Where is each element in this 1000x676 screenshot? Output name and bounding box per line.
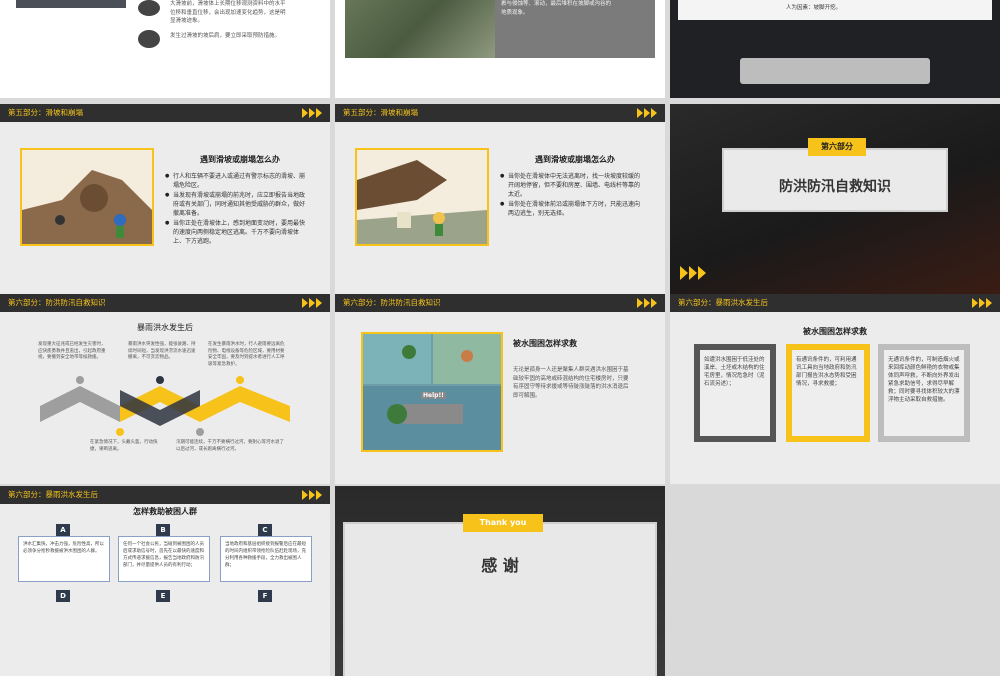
slide-title: 被水围困怎样求救 xyxy=(513,339,577,348)
slide-11[interactable]: Thank you 感 谢 xyxy=(335,486,665,676)
bullet-list: 行人和车辆不要进入或通过有警示标志的滑坡、崩塌危险区。 当发现有滑坡或崩塌的前兆… xyxy=(165,172,310,247)
body-text: 无论是孤身一人还是聚集人群突遇洪水围困于基础较牢固的高地或砖混结构的住宅楼房时，… xyxy=(513,367,629,399)
chevron-icon xyxy=(972,298,992,308)
label-a: A xyxy=(56,524,70,536)
text-box: 人为因素：坡脚开挖。 xyxy=(678,0,992,20)
card-b: 任何一个社会公民，当碰到被围困的人员后或求助信号时，首先在以最快的速度和方式传递… xyxy=(118,536,210,582)
bullet-item: 当你正处在滑坡体上，感到地面变动时，要用最快的速度向两侧稳定地区逃离。千万不要向… xyxy=(165,219,310,246)
bullet-list: 当你处在滑坡体中无法逃离时，找一块坡度较缓的开阔地停留，但不要和房屋、围墙、电线… xyxy=(500,172,645,219)
illustration-rockfall xyxy=(355,148,489,246)
thanks-card: Thank you 感 谢 xyxy=(343,514,657,676)
section-header: 第六部分：暴雨洪水发生后 xyxy=(670,294,1000,312)
section-header: 第五部分：滑坡和崩塌 xyxy=(335,104,665,122)
laptop-image xyxy=(16,0,126,8)
slide-title: 遇到滑坡或崩塌怎么办 xyxy=(535,155,615,164)
chevron-icon xyxy=(302,298,322,308)
slide-1[interactable]: 大滑坡前，滑坡体上长期位移观测资料中的水平 位移和垂直位移，会出现加速变化趋势，… xyxy=(0,0,330,98)
slide-7[interactable]: 第六部分：防洪防汛自救知识 暴雨洪水发生后 发现重大征兆或已经发生灾害时，应快疾… xyxy=(0,294,330,484)
title-card: 第六部分 防洪防汛自救知识 xyxy=(722,138,948,212)
section-header: 第五部分：滑坡和崩塌 xyxy=(0,104,330,122)
label-e: E xyxy=(156,590,170,602)
slide-title: 怎样救助被困人群 xyxy=(133,507,197,516)
step-text-4: 在紧急情况下，头戴头盔，行动快捷，果断逃离。 xyxy=(90,440,158,452)
bullet-item: 当你处在滑坡体前沿或崩塌体下方时，只能迅速向两边逃生，别无选择。 xyxy=(500,200,645,218)
bullet-item: 当你处在滑坡体中无法逃离时，找一块坡度较缓的开阔地停留，但不要和房屋、围墙、电线… xyxy=(500,172,645,199)
step-text-3: 在发生暴雨洪水时，行人避雨要远离危险物、电线设备等危险区域，要用材要安全牢固，要… xyxy=(208,342,285,367)
chevron-icon xyxy=(302,108,322,118)
step-text-5: 汛期可能连续，千万不要横行过河，要耐心等河水退了以后过河，或长跑离横行过河。 xyxy=(176,440,284,452)
pen-icon xyxy=(138,30,160,48)
info-card-3: 无通讯条件的，可制造烟火或来回挥动颜色鲜艳的衣物或集体同声呼救，不断向外界发出紧… xyxy=(878,344,970,442)
slide-6[interactable]: 第六部分 防洪防汛自救知识 xyxy=(670,104,1000,294)
zigzag-diagram xyxy=(40,376,290,436)
label-b: B xyxy=(156,524,170,536)
section-header: 第六部分：暴雨洪水发生后 xyxy=(0,486,330,504)
chevron-icon xyxy=(637,108,657,118)
section-header: 第六部分：防洪防汛自救知识 xyxy=(335,294,665,312)
flood-comic: Help!! xyxy=(361,332,503,452)
slide-9[interactable]: 第六部分：暴雨洪水发生后 被水围困怎样求救 如遭洪水围困于低洼处的溪岸、土坯或木… xyxy=(670,294,1000,484)
label-f: F xyxy=(258,590,272,602)
slide-title: 被水围困怎样求救 xyxy=(803,327,867,336)
thanks-title: 感 谢 xyxy=(481,556,519,575)
section-badge: 第六部分 xyxy=(808,138,866,156)
slide-4[interactable]: 第五部分：滑坡和崩塌 遇到滑坡或崩塌怎么办 行人和车辆不要进入或通过有警示标志的… xyxy=(0,104,330,294)
chevron-icon xyxy=(637,298,657,308)
slide-2[interactable]: 裹与侵蚀等、滚动，最后堆积在坡脚或沟谷的 地质现象。 xyxy=(335,0,665,98)
section-title: 防洪防汛自救知识 xyxy=(779,179,891,195)
info-card-2: 有通讯条件的，可利用通讯工具向当地政府和防汛部门报告洪水态势和受困情况，寻求救援… xyxy=(786,344,870,442)
bullet-item: 当发现有滑坡或崩塌的前兆时，应立即报告当地政府或有关部门，同时通知其他受威胁的群… xyxy=(165,191,310,218)
slide1-text: 大滑坡前，滑坡体上长期位移观测资料中的水平 位移和垂直位移，会出现加速变化趋势，… xyxy=(170,1,286,39)
bullet-item: 行人和车辆不要进入或通过有警示标志的滑坡、崩塌危险区。 xyxy=(165,172,310,190)
text-panel: 裹与侵蚀等、滚动，最后堆积在坡脚或沟谷的 地质现象。 xyxy=(495,0,655,58)
card-c: 当地政府和基层组织接到报警后应在最短的时间内组织带领抢险队伍赶赴现场，充分利用各… xyxy=(220,536,312,582)
step-text-1: 发现重大征兆或已经发生灾害时，应快疾勇救并且逃出，引起政府重视，要撤到安全地带等… xyxy=(38,342,106,360)
slide-title: 暴雨洪水发生后 xyxy=(137,323,193,332)
slide-title: 遇到滑坡或崩塌怎么办 xyxy=(200,155,280,164)
label-d: D xyxy=(56,590,70,602)
slide-3[interactable]: 人为因素：坡脚开挖。 xyxy=(670,0,1000,98)
help-sign: Help!! xyxy=(421,392,446,399)
info-card-1: 如遭洪水围困于低洼处的溪岸、土坯或木结构的住宅房里，情况危急时（泥石流另述）； xyxy=(694,344,776,442)
landslide-photo xyxy=(345,0,495,58)
slide-10[interactable]: 第六部分：暴雨洪水发生后 怎样救助被困人群 A B C 洪水汇集快，冲击力强，危… xyxy=(0,486,330,676)
slide-8[interactable]: 第六部分：防洪防汛自救知识 Help!! 被水围困怎样求救 无论是孤身一人还是聚… xyxy=(335,294,665,484)
label-c: C xyxy=(258,524,272,536)
monitor-icon xyxy=(138,0,160,16)
thank-you-badge: Thank you xyxy=(463,514,543,532)
chevron-icon xyxy=(680,266,710,280)
step-text-2: 暴雨洪水突发性强，能张驶路、持续时间短，当发现洪涝流水速迅速撤离，不可贪恋物品。 xyxy=(128,342,196,360)
chevron-icon xyxy=(302,490,322,500)
illustration-landslide xyxy=(20,148,154,246)
section-header: 第六部分：防洪防汛自救知识 xyxy=(0,294,330,312)
card-a: 洪水汇集快，冲击力强，危险性高，所以必须争分抢秒救援被洪水围困的人群。 xyxy=(18,536,110,582)
slide-5[interactable]: 第五部分：滑坡和崩塌 遇到滑坡或崩塌怎么办 当你处在滑坡体中无法逃离时，找一块坡… xyxy=(335,104,665,294)
keyboard-image xyxy=(740,58,930,84)
